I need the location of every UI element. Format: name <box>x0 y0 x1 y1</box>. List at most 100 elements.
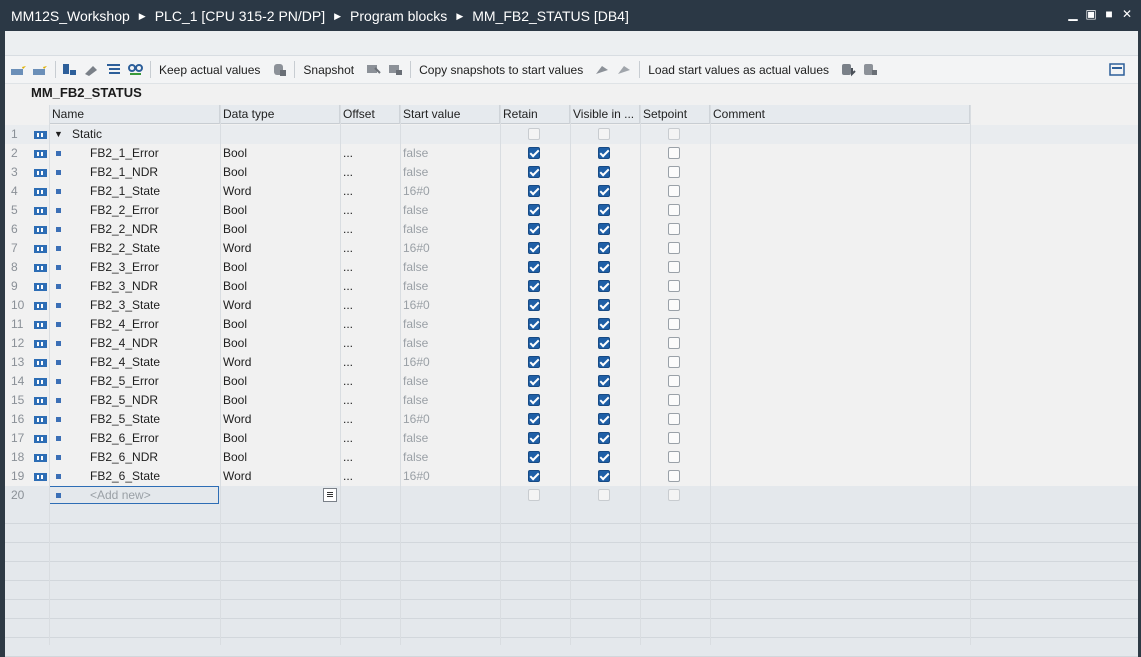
table-row[interactable]: 6 FB2_2_NDR Bool... false <box>5 220 1138 239</box>
data-type-cell[interactable]: Word <box>223 182 338 201</box>
variable-name[interactable]: FB2_3_State <box>90 296 215 315</box>
setpoint-checkbox[interactable] <box>668 147 680 159</box>
close-icon[interactable]: ✕ <box>1121 8 1133 20</box>
start-value-cell[interactable]: false <box>403 201 498 220</box>
retain-checkbox[interactable] <box>528 166 540 178</box>
variable-name[interactable]: FB2_4_NDR <box>90 334 215 353</box>
table-row[interactable]: 18 FB2_6_NDR Bool... false <box>5 448 1138 467</box>
setpoint-checkbox[interactable] <box>668 223 680 235</box>
variable-name[interactable]: FB2_4_State <box>90 353 215 372</box>
column-header[interactable]: Start value <box>400 105 500 124</box>
retain-checkbox[interactable] <box>528 375 540 387</box>
setpoint-checkbox[interactable] <box>668 375 680 387</box>
start-value-cell[interactable]: 16#0 <box>403 296 498 315</box>
breadcrumb-program-blocks[interactable]: Program blocks <box>350 8 447 24</box>
variable-name[interactable]: FB2_5_State <box>90 410 215 429</box>
visible-checkbox[interactable] <box>598 223 610 235</box>
table-row[interactable]: 19 FB2_6_State Word... 16#0 <box>5 467 1138 486</box>
start-value-cell[interactable]: 16#0 <box>403 467 498 486</box>
load-values-icon[interactable] <box>840 62 857 77</box>
start-value-cell[interactable]: false <box>403 315 498 334</box>
retain-checkbox[interactable] <box>528 470 540 482</box>
data-type-cell[interactable]: Bool <box>223 429 338 448</box>
minimize-icon[interactable]: ▁ <box>1067 8 1079 20</box>
retain-checkbox[interactable] <box>528 147 540 159</box>
variable-name[interactable]: FB2_5_NDR <box>90 391 215 410</box>
visible-checkbox[interactable] <box>598 413 610 425</box>
retain-checkbox[interactable] <box>528 185 540 197</box>
table-row[interactable]: 10 FB2_3_State Word... 16#0 <box>5 296 1138 315</box>
setpoint-checkbox[interactable] <box>668 299 680 311</box>
maximize-icon[interactable]: ■ <box>1103 8 1115 20</box>
start-value-cell[interactable]: false <box>403 220 498 239</box>
monitor-icon[interactable] <box>83 62 100 77</box>
copy-snapshots-button[interactable]: Copy snapshots to start values <box>419 63 583 77</box>
variable-name[interactable]: FB2_1_NDR <box>90 163 215 182</box>
visible-checkbox[interactable] <box>598 242 610 254</box>
visible-checkbox[interactable] <box>598 204 610 216</box>
data-type-cell[interactable]: Word <box>223 410 338 429</box>
insert-row-icon[interactable] <box>10 62 27 77</box>
retain-checkbox[interactable] <box>528 299 540 311</box>
visible-checkbox[interactable] <box>598 394 610 406</box>
setpoint-checkbox[interactable] <box>668 356 680 368</box>
breadcrumb-project[interactable]: MM12S_Workshop <box>11 8 130 24</box>
retain-checkbox[interactable] <box>528 356 540 368</box>
setpoint-checkbox[interactable] <box>668 413 680 425</box>
visible-checkbox[interactable] <box>598 280 610 292</box>
variable-name[interactable]: FB2_4_Error <box>90 315 215 334</box>
table-row[interactable]: 8 FB2_3_Error Bool... false <box>5 258 1138 277</box>
setpoint-checkbox[interactable] <box>668 185 680 197</box>
retain-checkbox[interactable] <box>528 318 540 330</box>
retain-checkbox[interactable] <box>528 242 540 254</box>
setpoint-checkbox[interactable] <box>668 261 680 273</box>
column-header[interactable]: Visible in ... <box>570 105 640 124</box>
add-row-icon[interactable] <box>32 62 49 77</box>
table-row[interactable]: 17 FB2_6_Error Bool... false <box>5 429 1138 448</box>
retain-checkbox[interactable] <box>528 413 540 425</box>
visible-checkbox[interactable] <box>598 337 610 349</box>
table-row[interactable]: 1 ▼ Static <box>5 125 1138 144</box>
table-row[interactable]: 2 FB2_1_Error Bool... false <box>5 144 1138 163</box>
setpoint-checkbox[interactable] <box>668 470 680 482</box>
glasses-icon[interactable] <box>127 62 144 77</box>
retain-checkbox[interactable] <box>528 280 540 292</box>
visible-checkbox[interactable] <box>598 166 610 178</box>
variable-name[interactable]: FB2_2_NDR <box>90 220 215 239</box>
visible-checkbox[interactable] <box>598 432 610 444</box>
visible-checkbox[interactable] <box>598 261 610 273</box>
table-row[interactable]: 3 FB2_1_NDR Bool... false <box>5 163 1138 182</box>
start-value-cell[interactable]: false <box>403 391 498 410</box>
variable-name[interactable]: FB2_2_State <box>90 239 215 258</box>
setpoint-checkbox[interactable] <box>668 394 680 406</box>
breadcrumb-plc[interactable]: PLC_1 [CPU 315-2 PN/DP] <box>155 8 325 24</box>
variable-name[interactable]: FB2_1_Error <box>90 144 215 163</box>
copy-snapshot-icon[interactable] <box>594 62 611 77</box>
snapshot-button[interactable]: Snapshot <box>303 63 354 77</box>
data-type-cell[interactable] <box>223 486 338 505</box>
data-type-cell[interactable]: Bool <box>223 391 338 410</box>
variable-name[interactable]: FB2_3_NDR <box>90 277 215 296</box>
data-type-cell[interactable]: Word <box>223 467 338 486</box>
start-value-cell[interactable]: false <box>403 258 498 277</box>
data-type-cell[interactable]: Bool <box>223 163 338 182</box>
setpoint-checkbox[interactable] <box>668 432 680 444</box>
table-row[interactable]: 16 FB2_5_State Word... 16#0 <box>5 410 1138 429</box>
setpoint-checkbox[interactable] <box>668 166 680 178</box>
table-row[interactable]: 4 FB2_1_State Word... 16#0 <box>5 182 1138 201</box>
retain-checkbox[interactable] <box>528 261 540 273</box>
start-value-cell[interactable]: false <box>403 334 498 353</box>
variable-name[interactable]: FB2_6_NDR <box>90 448 215 467</box>
start-value-cell[interactable]: 16#0 <box>403 182 498 201</box>
visible-checkbox[interactable] <box>598 451 610 463</box>
start-value-cell[interactable]: false <box>403 448 498 467</box>
start-value-cell[interactable]: false <box>403 277 498 296</box>
data-type-cell[interactable]: Bool <box>223 201 338 220</box>
data-type-cell[interactable]: Bool <box>223 448 338 467</box>
column-header[interactable]: Name <box>49 105 220 124</box>
data-type-cell[interactable]: Bool <box>223 315 338 334</box>
visible-checkbox[interactable] <box>598 185 610 197</box>
setpoint-checkbox[interactable] <box>668 242 680 254</box>
retain-checkbox[interactable] <box>528 394 540 406</box>
retain-checkbox[interactable] <box>528 337 540 349</box>
